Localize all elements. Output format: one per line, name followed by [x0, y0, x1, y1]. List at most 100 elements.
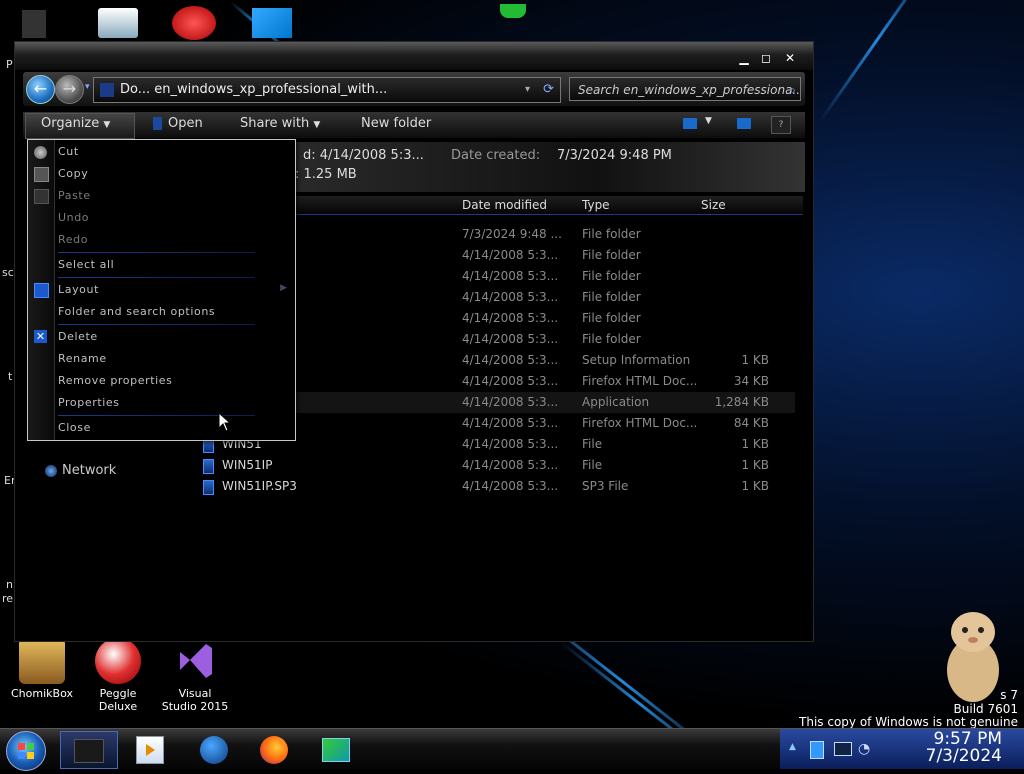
file-type: Setup Information [582, 353, 691, 367]
file-row[interactable]: WIN51IP 4/14/2008 5:3... File 1 KB [195, 455, 795, 476]
desktop-icon-visual-studio[interactable]: Visual Studio 2015 [153, 638, 237, 713]
taskbar-media-player-button[interactable] [122, 731, 178, 767]
search-icon: ⌕ [789, 83, 796, 97]
details-pane: d: 4/14/2008 5:3... Date created: 7/3/20… [285, 142, 805, 192]
file-size: 34 KB [733, 374, 769, 388]
globe-icon [200, 736, 228, 764]
file-date-modified: 4/14/2008 5:3... [462, 269, 559, 283]
desktop-edge-text: re [2, 592, 14, 605]
nav-item-network[interactable]: Network [45, 463, 116, 478]
menu-item-close[interactable]: Close [58, 421, 91, 434]
forward-button[interactable]: → [55, 75, 84, 104]
refresh-icon[interactable]: ⟳ [543, 78, 554, 102]
menu-item-properties[interactable]: Properties [58, 396, 120, 409]
file-date-modified: 4/14/2008 5:3... [462, 311, 559, 325]
menu-separator [58, 277, 255, 278]
search-placeholder: Search en_windows_xp_professiona... [578, 83, 801, 97]
desktop-icon-partial[interactable] [252, 8, 292, 38]
mouse-cursor-icon [218, 412, 232, 432]
search-input[interactable]: Search en_windows_xp_professiona... ⌕ [569, 77, 801, 101]
view-icon[interactable] [683, 118, 697, 129]
network-icon [45, 464, 57, 477]
notification-area: ▲ ◔ 9:57 PM 7/3/2024 [780, 729, 1024, 769]
file-size: 1,284 KB [714, 395, 769, 409]
title-bar[interactable]: ▁ ◻ ✕ [15, 42, 813, 70]
taskbar-ie-button[interactable] [186, 731, 242, 767]
desktop-icon-partial[interactable] [98, 8, 138, 38]
cut-icon [34, 146, 47, 159]
peggle-icon [95, 638, 141, 684]
file-type: Application [582, 395, 650, 409]
taskbar-firefox-button[interactable] [246, 731, 302, 767]
file-size: 1 KB [741, 479, 769, 493]
menu-item-select-all[interactable]: Select all [58, 258, 114, 271]
copy-icon [34, 167, 49, 182]
open-button[interactable]: Open [153, 116, 203, 131]
share-with-button[interactable]: Share with ▼ [240, 116, 320, 131]
menu-item-folder-options[interactable]: Folder and search options [58, 305, 215, 318]
volume-icon[interactable]: ◔ [858, 741, 870, 757]
clock[interactable]: 9:57 PM 7/3/2024 [926, 731, 1002, 765]
menu-item-undo[interactable]: Undo [58, 211, 89, 224]
desktop-icon-label: Peggle Deluxe [98, 687, 138, 713]
file-icon [153, 117, 162, 130]
taskbar-app-button[interactable] [308, 731, 364, 767]
layout-icon [34, 283, 49, 298]
file-date-modified: 4/14/2008 5:3... [462, 416, 559, 430]
chevron-down-icon: ▼ [103, 120, 111, 130]
address-path: Do... en_windows_xp_professional_with... [120, 82, 388, 97]
tray-device-icon[interactable] [810, 741, 824, 759]
menu-item-cut[interactable]: Cut [58, 145, 79, 158]
file-date-modified: 4/14/2008 5:3... [462, 248, 559, 262]
address-dropdown-icon[interactable]: ▾ [525, 78, 530, 102]
file-row[interactable]: WIN51IP.SP3 4/14/2008 5:3... SP3 File 1 KB [195, 476, 795, 497]
details-date-modified: d: 4/14/2008 5:3... [303, 148, 424, 163]
start-button[interactable] [6, 731, 46, 771]
back-button[interactable]: ← [26, 75, 55, 104]
menu-item-paste[interactable]: Paste [58, 189, 91, 202]
close-button[interactable]: ✕ [783, 52, 797, 64]
menu-item-rename[interactable]: Rename [58, 352, 107, 365]
app-icon [322, 738, 350, 762]
network-tray-icon[interactable] [834, 742, 852, 756]
file-type: Firefox HTML Doc... [582, 374, 698, 388]
organize-button[interactable]: Organize ▼ [41, 116, 110, 131]
menu-item-delete[interactable]: Delete [58, 330, 98, 343]
desktop-icon-chomikbox[interactable]: ChomikBox [0, 638, 84, 700]
desktop-edge-text: t [8, 370, 13, 383]
show-hidden-icons-icon[interactable]: ▲ [789, 742, 796, 752]
help-icon[interactable]: ? [771, 116, 791, 134]
column-date-modified[interactable]: Date modified [462, 198, 547, 212]
taskbar-explorer-button[interactable] [60, 731, 118, 769]
recent-pages-icon[interactable]: ▾ [85, 82, 90, 92]
new-folder-button[interactable]: New folder [361, 116, 431, 131]
desktop-edge-text: P [6, 58, 13, 71]
firefox-icon [260, 736, 288, 764]
file-date-modified: 4/14/2008 5:3... [462, 374, 559, 388]
column-type[interactable]: Type [582, 198, 610, 212]
file-type: File folder [582, 311, 641, 325]
preview-pane-icon[interactable] [737, 118, 751, 129]
desktop-icon-partial[interactable] [22, 10, 46, 38]
folder-icon [100, 82, 114, 97]
menu-item-layout[interactable]: Layout [58, 283, 99, 296]
details-date-created-label: Date created: [451, 148, 541, 163]
maximize-button[interactable]: ◻ [759, 52, 773, 64]
desktop-icon-partial[interactable] [172, 6, 216, 40]
menu-item-remove-properties[interactable]: Remove properties [58, 374, 172, 387]
watermark-genuine-notice: This copy of Windows is not genuine [799, 715, 1018, 728]
desktop-icon-peggle[interactable]: Peggle Deluxe [76, 638, 160, 713]
file-size: 84 KB [733, 416, 769, 430]
file-type: File [582, 458, 603, 472]
file-date-modified: 4/14/2008 5:3... [462, 458, 559, 472]
details-date-created: 7/3/2024 9:48 PM [557, 148, 672, 163]
minimize-button[interactable]: ▁ [737, 52, 751, 64]
organize-menu: Cut Copy Paste Undo Redo Select all Layo… [27, 139, 296, 441]
desktop-edge-text: sc [2, 266, 14, 279]
menu-item-copy[interactable]: Copy [58, 167, 88, 180]
address-bar[interactable]: Do... en_windows_xp_professional_with...… [93, 77, 561, 103]
menu-item-redo[interactable]: Redo [58, 233, 88, 246]
windows-logo-icon [18, 743, 34, 759]
column-size[interactable]: Size [701, 198, 726, 212]
view-dropdown-icon[interactable]: ▼ [705, 116, 712, 126]
